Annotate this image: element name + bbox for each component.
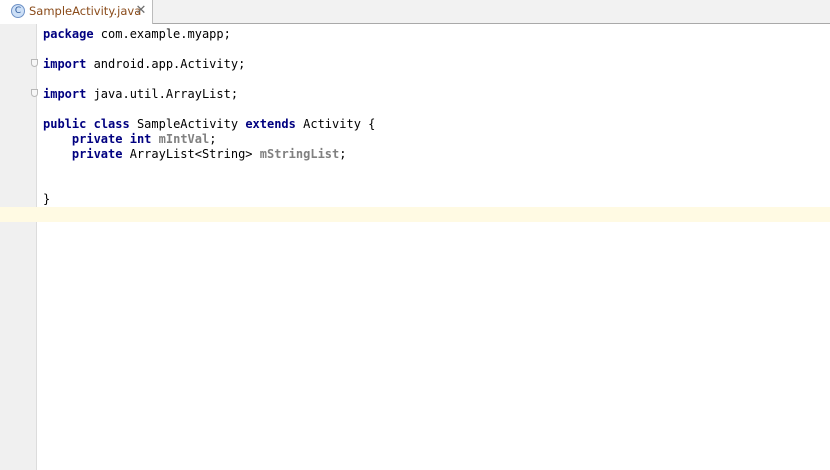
fold-marker-icon[interactable] [31,89,38,97]
close-icon[interactable]: ✕ [134,3,148,19]
fold-marker-icon[interactable] [31,59,38,67]
code-line-class-declaration: public class SampleActivity extends Acti… [43,117,376,131]
code-line-closing-brace: } [43,192,51,206]
tab-sample-activity[interactable]: C SampleActivity.java ✕ [0,0,153,24]
code-editor[interactable]: package com.example.myapp; import androi… [0,24,830,470]
code-line-import-arraylist: import java.util.ArrayList; [43,87,239,101]
caret-row-gutter-highlight [0,207,36,222]
ide-window: C SampleActivity.java ✕ package com.exam… [0,0,830,470]
java-class-icon: C [11,4,25,18]
code-line-import-activity: import android.app.Activity; [43,57,246,71]
code-line-package: package com.example.myapp; [43,27,231,41]
code-line-field-list: private ArrayList<String> mStringList; [71,147,347,161]
code-line-field-int: private int mIntVal; [71,132,217,146]
caret-row-highlight [0,207,830,222]
editor-tab-bar: C SampleActivity.java ✕ [0,0,830,24]
tab-title: SampleActivity.java [29,4,142,18]
